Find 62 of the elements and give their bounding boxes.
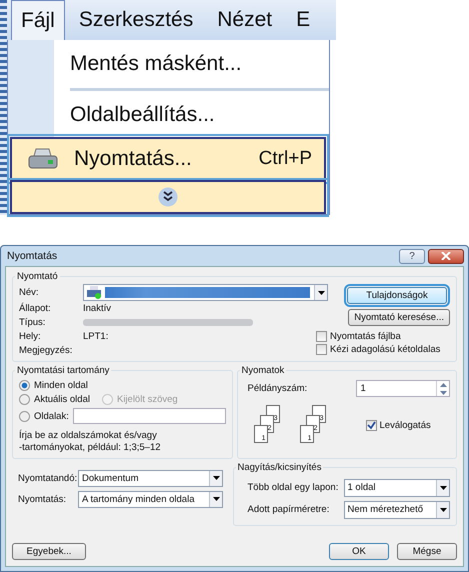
- chevron-down-icon: [158, 187, 178, 207]
- field-label: Adott papírméretre:: [248, 504, 330, 516]
- ok-button[interactable]: OK: [329, 543, 389, 560]
- group-label: Nyomtató: [16, 271, 59, 282]
- caret-icon: [440, 508, 446, 512]
- printer-icon: [87, 286, 101, 299]
- radio-label: Oldalak:: [34, 410, 69, 422]
- find-printer-button[interactable]: Nyomtató keresése...: [348, 309, 450, 326]
- checkbox[interactable]: [366, 420, 376, 430]
- radio-button[interactable]: [19, 410, 30, 422]
- caret-icon: [212, 476, 220, 480]
- select-dropdown[interactable]: A tartomány minden oldala: [78, 490, 223, 508]
- window-title: Nyomtatás: [6, 250, 58, 262]
- close-button[interactable]: [428, 248, 464, 264]
- radio-label: Minden oldal: [34, 380, 88, 391]
- select-dropdown[interactable]: 1 oldal: [344, 478, 450, 497]
- field-label: Több oldal egy lapon:: [248, 482, 340, 494]
- select-dropdown[interactable]: Nem méretezhető: [344, 500, 450, 519]
- checkbox[interactable]: [316, 344, 327, 355]
- group-label: Nyomtatási tartomány: [16, 365, 110, 376]
- field-label: Nyomtatás:: [18, 494, 68, 505]
- caret-icon: [212, 497, 220, 502]
- cancel-button[interactable]: Mégse: [397, 543, 457, 560]
- location-value: LPT1:: [83, 331, 108, 342]
- field-label: Hely:: [19, 331, 42, 342]
- group-label: Nyomatok: [240, 365, 286, 376]
- help-button[interactable]: ?: [399, 248, 425, 264]
- hint-text: Írja be az oldalszámokat és/vagy -tartományokat, például: 1;3;5–12: [19, 430, 162, 454]
- group-label: Nagyítás/kicsinyítés: [236, 462, 322, 473]
- pages-field[interactable]: [72, 408, 226, 424]
- checkbox-label: Kézi adagolású kétoldalas: [330, 344, 440, 355]
- options-button[interactable]: Egyebek...: [12, 543, 86, 560]
- close-icon: [441, 252, 451, 260]
- menu-item[interactable]: Oldalbeállítás...: [8, 95, 329, 135]
- menu-tab[interactable]: E: [286, 0, 320, 40]
- caret-icon: [318, 290, 324, 294]
- radio-button[interactable]: [19, 380, 30, 391]
- menu-tab[interactable]: Szerkesztés: [68, 0, 204, 40]
- field-label: Típus:: [19, 317, 46, 328]
- radio-label: Kijelölt szöveg: [116, 394, 178, 405]
- menu-tab[interactable]: Fájl: [11, 0, 65, 40]
- properties-button[interactable]: Tulajdonságok: [347, 287, 447, 304]
- field-label: Név:: [19, 287, 40, 298]
- field-label: Állapot:: [19, 303, 52, 314]
- field-label: Nyomtatandó:: [18, 472, 74, 484]
- select-dropdown[interactable]: Dokumentum: [78, 470, 223, 487]
- menu-item[interactable]: Nyomtatás... Ctrl+P: [10, 137, 326, 181]
- radio-button[interactable]: [19, 394, 30, 405]
- checkbox[interactable]: [316, 331, 327, 342]
- copies-spinner[interactable]: 1: [356, 380, 450, 397]
- status-value: Inaktív: [83, 303, 111, 314]
- caret-icon: [440, 486, 446, 490]
- radio-label: Aktuális oldal: [34, 394, 90, 405]
- printer-dropdown[interactable]: [83, 284, 328, 301]
- spin-arrows-icon: [440, 382, 446, 396]
- expand-menu-item[interactable]: [10, 181, 326, 214]
- menu-item[interactable]: Mentés másként...: [8, 44, 329, 84]
- checkbox-label: Nyomtatás fájlba: [330, 331, 401, 342]
- menu-tab[interactable]: Nézet: [207, 0, 282, 40]
- checkbox-label: Leválogatás: [380, 420, 431, 430]
- field-label: Megjegyzés:: [19, 345, 74, 356]
- field-label: Példányszám:: [246, 383, 308, 394]
